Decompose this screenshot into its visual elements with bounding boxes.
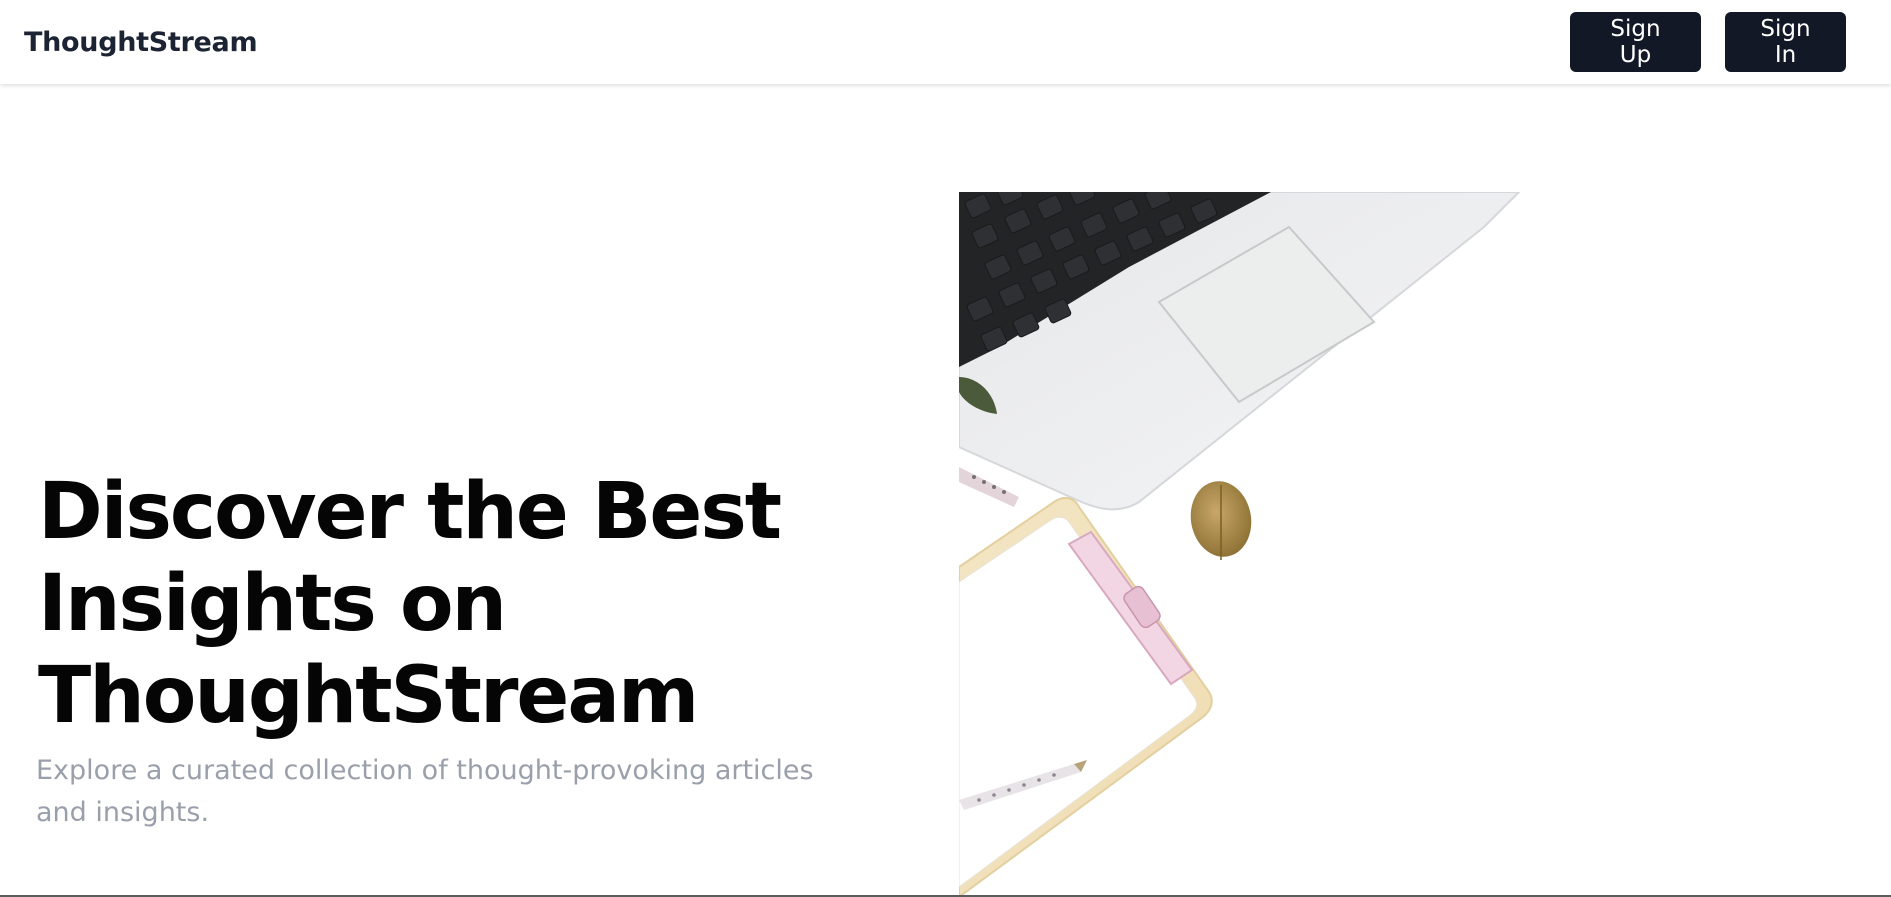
hero-text: Discover the Best Insights on ThoughtStr…: [36, 466, 916, 834]
hero-title-line-1: Discover the Best: [38, 467, 782, 557]
sign-in-button[interactable]: Sign In: [1725, 12, 1846, 72]
brand-logo[interactable]: ThoughtStream: [24, 27, 258, 58]
top-navbar: ThoughtStream Sign Up Sign In: [0, 0, 1891, 84]
hero-title: Discover the Best Insights on ThoughtStr…: [38, 466, 916, 742]
hero-subtitle: Explore a curated collection of thought-…: [36, 755, 814, 828]
hero-title-line-3: ThoughtStream: [38, 651, 699, 741]
hero-title-line-2: Insights on: [38, 559, 507, 649]
workspace-photo-icon: [959, 192, 1859, 897]
sign-up-button[interactable]: Sign Up: [1570, 12, 1701, 72]
nav-actions: Sign Up Sign In: [1570, 12, 1846, 72]
